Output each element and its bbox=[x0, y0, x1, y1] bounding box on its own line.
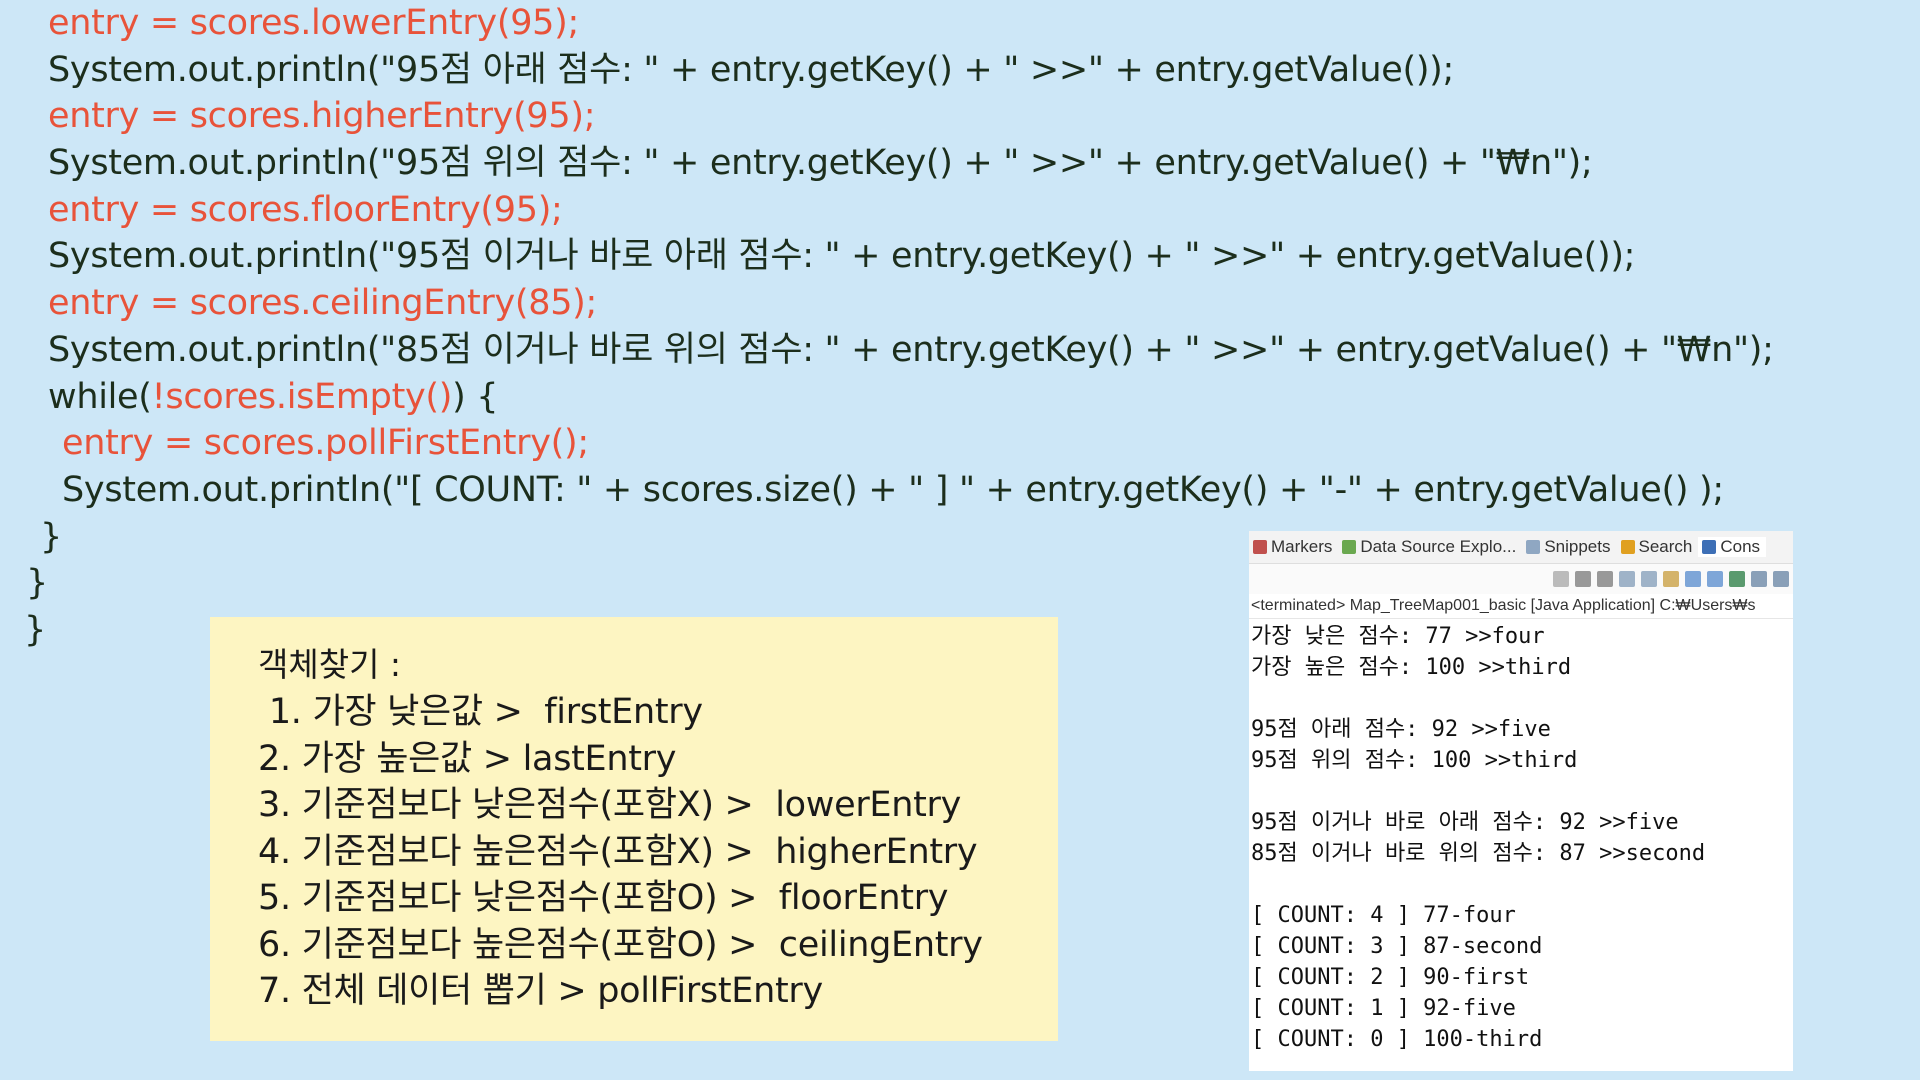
note-title: 객체찾기 : bbox=[258, 645, 402, 684]
search-icon bbox=[1620, 540, 1635, 554]
tab-label: Search bbox=[1638, 537, 1693, 556]
output-line: 95점 이거나 바로 아래 점수: 92 >>five bbox=[1251, 810, 1679, 835]
word-wrap-icon[interactable] bbox=[1663, 571, 1679, 587]
output-line: 가장 낮은 점수: 77 >>four bbox=[1251, 624, 1545, 649]
output-line: [ COUNT: 1 ] 92-five bbox=[1251, 996, 1516, 1021]
tab-label: Markers bbox=[1271, 537, 1333, 556]
open-console-icon[interactable] bbox=[1773, 571, 1789, 587]
display-console-icon[interactable] bbox=[1751, 571, 1767, 587]
code-line: System.out.println("[ COUNT: " + scores.… bbox=[62, 469, 1724, 510]
output-line: [ COUNT: 0 ] 100-third bbox=[1251, 1027, 1543, 1052]
note-item: 6. 기준점보다 높은점수(포함O) > ceilingEntry bbox=[258, 924, 983, 965]
scroll-lock-icon[interactable] bbox=[1641, 571, 1657, 587]
note-item: 5. 기준점보다 낮은점수(포함O) > floorEntry bbox=[258, 878, 949, 918]
output-line: 95점 아래 점수: 92 >>five bbox=[1251, 717, 1551, 742]
output-line: [ COUNT: 3 ] 87-second bbox=[1251, 934, 1543, 959]
tab-data-source-explorer[interactable]: Data Source Explo... bbox=[1338, 537, 1522, 557]
note-item: 3. 기준점보다 낮은점수(포함X) > lowerEntry bbox=[258, 785, 962, 825]
remove-launch-icon[interactable] bbox=[1575, 571, 1591, 587]
console-panel: Markers Data Source Explo... Snippets Se… bbox=[1249, 531, 1793, 1071]
code-line: entry = scores.floorEntry(95); bbox=[48, 189, 563, 230]
note-item: 7. 전체 데이터 뽑기 > pollFirstEntry bbox=[258, 971, 823, 1011]
code-token: ) { bbox=[452, 376, 499, 417]
remove-all-icon[interactable] bbox=[1597, 571, 1613, 587]
view-tab-bar: Markers Data Source Explo... Snippets Se… bbox=[1249, 531, 1793, 564]
code-line: entry = scores.pollFirstEntry(); bbox=[62, 423, 589, 464]
output-line: [ COUNT: 4 ] 77-four bbox=[1251, 903, 1516, 928]
code-token: while( bbox=[48, 376, 152, 417]
console-status: <terminated> Map_TreeMap001_basic [Java … bbox=[1249, 594, 1793, 619]
code-line: System.out.println("95점 이거나 바로 아래 점수: " … bbox=[48, 236, 1636, 277]
markers-icon bbox=[1253, 540, 1267, 554]
tab-markers[interactable]: Markers bbox=[1249, 537, 1338, 557]
code-token-condition: !scores.isEmpty() bbox=[151, 376, 453, 417]
snippets-icon bbox=[1526, 540, 1541, 554]
note-item: 1. 가장 낮은값 > firstEntry bbox=[258, 692, 703, 732]
show-on-error-icon[interactable] bbox=[1707, 571, 1723, 587]
console-output[interactable]: 가장 낮은 점수: 77 >>four 가장 높은 점수: 100 >>thir… bbox=[1249, 619, 1793, 1055]
code-line: entry = scores.ceilingEntry(85); bbox=[48, 283, 598, 324]
note-box: 객체찾기 : 1. 가장 낮은값 > firstEntry 2. 가장 높은값 … bbox=[210, 617, 1058, 1041]
code-line: System.out.println("95점 위의 점수: " + entry… bbox=[48, 143, 1593, 184]
code-line: entry = scores.lowerEntry(95); bbox=[48, 3, 579, 43]
clear-console-icon[interactable] bbox=[1619, 571, 1635, 587]
note-item: 2. 가장 높은값 > lastEntry bbox=[258, 738, 677, 779]
tab-label: Data Source Explo... bbox=[1360, 537, 1517, 556]
terminate-icon[interactable] bbox=[1553, 571, 1569, 587]
data-source-icon bbox=[1342, 540, 1357, 554]
code-line-while: while(!scores.isEmpty()) { bbox=[48, 374, 1908, 421]
tab-label: Snippets bbox=[1544, 537, 1611, 556]
output-line: [ COUNT: 2 ] 90-first bbox=[1251, 965, 1530, 990]
tab-search[interactable]: Search bbox=[1617, 537, 1699, 557]
note-item: 4. 기준점보다 높은점수(포함X) > higherEntry bbox=[258, 831, 978, 872]
output-line: 85점 이거나 바로 위의 점수: 87 >>second bbox=[1251, 841, 1706, 866]
pin-console-icon[interactable] bbox=[1729, 571, 1745, 587]
tab-label: Cons bbox=[1720, 537, 1761, 556]
console-toolbar bbox=[1249, 564, 1793, 594]
output-line: 95점 위의 점수: 100 >>third bbox=[1251, 748, 1578, 773]
tab-console[interactable]: Cons bbox=[1698, 537, 1767, 557]
code-line: System.out.println("95점 아래 점수: " + entry… bbox=[48, 49, 1455, 90]
tab-snippets[interactable]: Snippets bbox=[1522, 537, 1616, 557]
code-line: System.out.println("85점 이거나 바로 위의 점수: " … bbox=[48, 329, 1774, 370]
console-icon bbox=[1702, 540, 1717, 554]
code-line: entry = scores.higherEntry(95); bbox=[48, 96, 596, 137]
output-line: 가장 높은 점수: 100 >>third bbox=[1251, 655, 1572, 680]
show-on-output-icon[interactable] bbox=[1685, 571, 1701, 587]
